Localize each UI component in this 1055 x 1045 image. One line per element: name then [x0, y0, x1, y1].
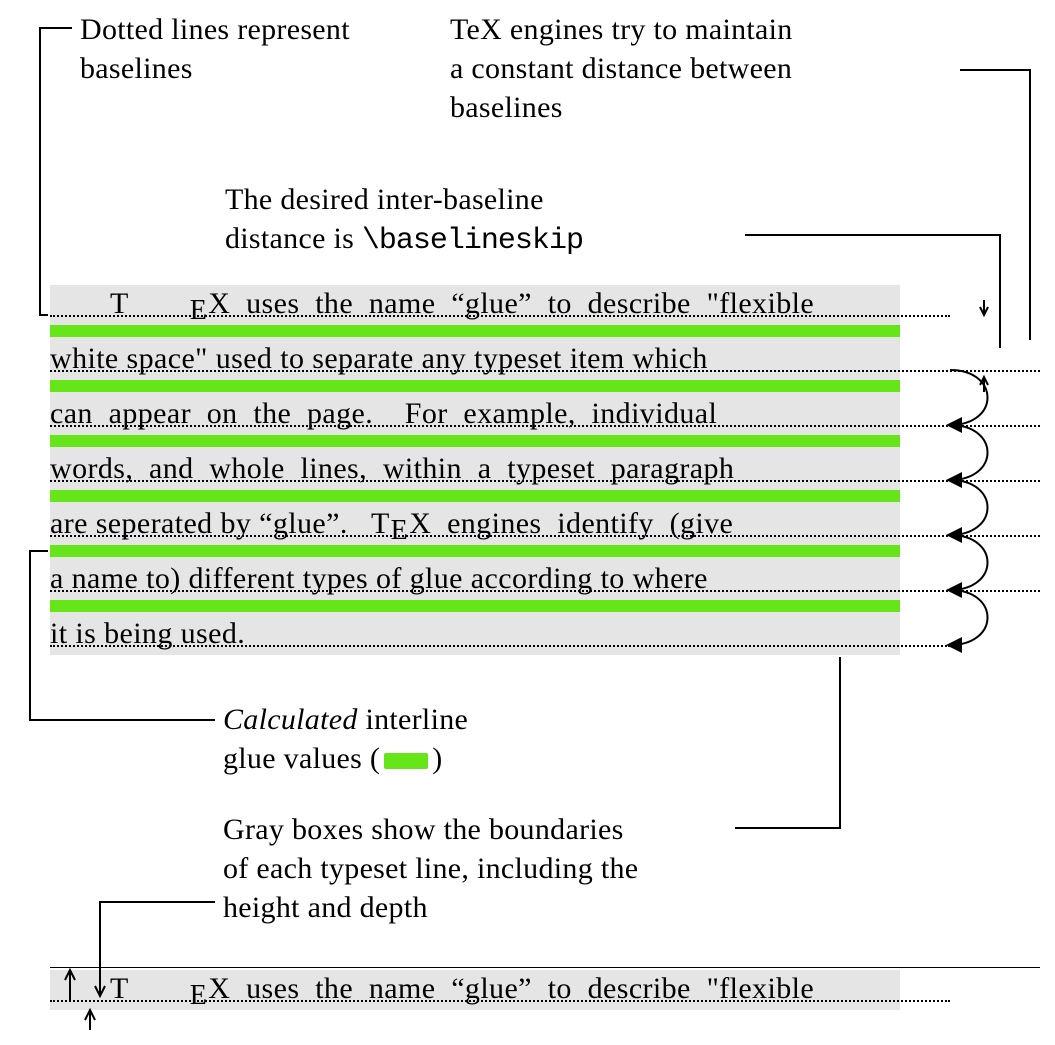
connector-height-depth: [0, 0, 1055, 1045]
